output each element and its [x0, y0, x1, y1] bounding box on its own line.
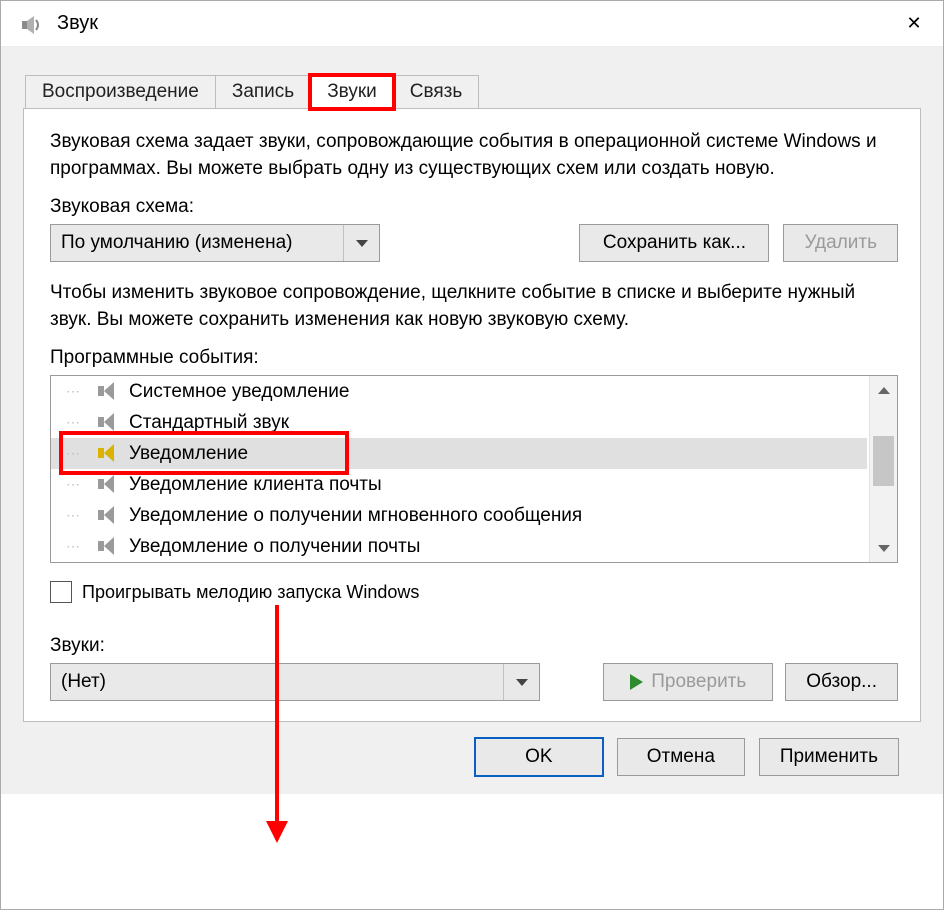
events-description: Чтобы изменить звуковое сопровождение, щ… — [50, 280, 898, 333]
sound-scheme-value: По умолчанию (изменена) — [61, 232, 293, 254]
event-label: Уведомление клиента почты — [129, 474, 382, 496]
titlebar: Звук — [1, 1, 943, 47]
save-as-button[interactable]: Сохранить как... — [579, 224, 769, 262]
delete-button: Удалить — [783, 224, 898, 262]
speaker-app-icon — [19, 12, 43, 36]
scroll-down-button[interactable] — [870, 534, 897, 562]
sound-scheme-combo[interactable]: По умолчанию (изменена) — [50, 224, 380, 262]
annotation-highlight — [59, 431, 349, 475]
scroll-up-button[interactable] — [870, 376, 897, 404]
ok-button[interactable]: OK — [475, 738, 603, 776]
cancel-button[interactable]: Отмена — [617, 738, 745, 776]
test-label: Проверить — [651, 671, 746, 693]
sound-file-value: (Нет) — [61, 671, 106, 693]
scheme-description: Звуковая схема задает звуки, сопровождаю… — [50, 129, 898, 182]
sound-dialog: Звук Воспроизведение Запись Звуки Связь … — [0, 0, 944, 910]
close-button[interactable] — [891, 1, 937, 47]
tab-bar: Воспроизведение Запись Звуки Связь — [25, 75, 921, 109]
browse-button[interactable]: Обзор... — [785, 663, 898, 701]
list-item[interactable]: ⋯ Уведомление о получении почты — [51, 531, 867, 562]
test-button: Проверить — [603, 663, 773, 701]
play-icon — [630, 674, 643, 690]
scroll-thumb[interactable] — [873, 436, 894, 486]
speaker-icon — [95, 413, 119, 433]
startup-sound-row: Проигрывать мелодию запуска Windows — [50, 581, 898, 603]
event-label: Уведомление о получении почты — [129, 536, 420, 558]
speaker-icon — [95, 506, 119, 526]
window-title: Звук — [57, 12, 891, 35]
event-label: Уведомление о получении мгновенного сооб… — [129, 505, 582, 527]
tab-panel-sounds: Звуковая схема задает звуки, сопровождаю… — [23, 108, 921, 722]
tab-sounds[interactable]: Звуки — [310, 75, 394, 109]
list-item[interactable]: ⋯ Системное уведомление — [51, 376, 867, 407]
scrollbar[interactable] — [869, 376, 897, 562]
scheme-label: Звуковая схема: — [50, 196, 898, 218]
sounds-label: Звуки: — [50, 635, 898, 657]
apply-button[interactable]: Применить — [759, 738, 899, 776]
event-label: Системное уведомление — [129, 381, 349, 403]
speaker-icon — [95, 382, 119, 402]
speaker-icon — [95, 537, 119, 557]
list-item[interactable]: ⋯ Уведомление о получении мгновенного со… — [51, 500, 867, 531]
play-startup-checkbox[interactable] — [50, 581, 72, 603]
dialog-footer: OK Отмена Применить — [23, 722, 921, 794]
chevron-down-icon — [503, 664, 539, 700]
program-events-list[interactable]: ⋯ Системное уведомление ⋯ Стандартный зв… — [50, 375, 898, 563]
play-startup-label: Проигрывать мелодию запуска Windows — [82, 582, 419, 603]
events-label: Программные события: — [50, 347, 898, 369]
tab-playback[interactable]: Воспроизведение — [25, 75, 216, 109]
speaker-icon — [95, 475, 119, 495]
tab-communications[interactable]: Связь — [393, 75, 480, 109]
chevron-down-icon — [343, 225, 379, 261]
sound-file-combo[interactable]: (Нет) — [50, 663, 540, 701]
tab-recording[interactable]: Запись — [215, 75, 311, 109]
dialog-body: Воспроизведение Запись Звуки Связь Звуко… — [1, 47, 943, 794]
